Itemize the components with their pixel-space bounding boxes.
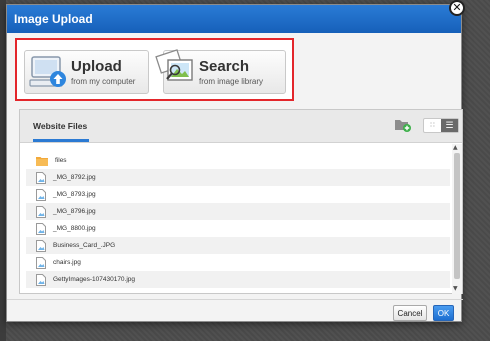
list-item[interactable]: _MG_8792.jpg	[26, 169, 450, 186]
tab-website-files[interactable]: Website Files	[33, 121, 87, 131]
grid-view-icon[interactable]: ∷	[424, 119, 441, 132]
search-image-library-button[interactable]: Search from image library	[155, 49, 286, 94]
file-name: _MG_8800.jpg	[53, 225, 96, 232]
search-subtitle: from image library	[199, 77, 264, 86]
cancel-button[interactable]: Cancel	[393, 305, 427, 321]
file-name: _MG_8796.jpg	[53, 208, 96, 215]
dialog-title: Image Upload	[14, 12, 93, 26]
file-name: _MG_8793.jpg	[53, 191, 96, 198]
image-file-icon	[36, 205, 46, 218]
dialog-titlebar: Image Upload	[7, 5, 461, 33]
image-file-icon	[36, 188, 46, 201]
file-list-scrollbar[interactable]: ▲ ▼	[452, 144, 462, 294]
list-view-icon[interactable]: ☰	[441, 119, 458, 132]
upload-subtitle: from my computer	[71, 77, 136, 86]
image-file-icon	[36, 256, 46, 269]
list-item[interactable]: chairs.jpg	[26, 254, 450, 271]
list-item[interactable]: GettyImages-107430170.jpg	[26, 271, 450, 288]
list-item[interactable]: Business_Card_.JPG	[26, 237, 450, 254]
file-name: _MG_8792.jpg	[53, 174, 96, 181]
image-file-icon	[36, 273, 46, 286]
list-item-folder[interactable]: files	[26, 152, 450, 169]
list-item[interactable]: _MG_8793.jpg	[26, 186, 450, 203]
upload-options-area: Upload from my computer Search from imag…	[15, 38, 294, 101]
file-list: files _MG_8792.jpg _MG_8793.jpg _MG_8796…	[26, 152, 450, 292]
upload-from-computer-button[interactable]: Upload from my computer	[24, 50, 149, 94]
list-item[interactable]: _MG_8800.jpg	[26, 220, 450, 237]
image-file-icon	[36, 171, 46, 184]
files-panel-header: Website Files ∷ ☰	[20, 110, 462, 143]
file-name: files	[55, 157, 67, 164]
file-name: chairs.jpg	[53, 259, 81, 266]
ok-button[interactable]: OK	[433, 305, 454, 321]
scroll-down-arrow-icon[interactable]: ▼	[453, 285, 458, 292]
close-icon[interactable]: ✕	[449, 0, 465, 16]
file-name: Business_Card_.JPG	[53, 242, 116, 249]
image-file-icon	[36, 239, 46, 252]
image-upload-dialog: Image Upload Upload from my computer Sea…	[6, 4, 463, 323]
folder-icon	[36, 156, 48, 166]
new-folder-icon[interactable]	[394, 117, 412, 133]
website-files-panel: Website Files ∷ ☰ files _MG_8792.jpg _MG…	[19, 109, 463, 294]
search-title: Search	[199, 58, 250, 75]
image-library-icon	[155, 49, 193, 81]
image-file-icon	[36, 222, 46, 235]
dialog-footer: Cancel OK	[7, 299, 463, 323]
file-name: GettyImages-107430170.jpg	[53, 276, 136, 283]
scroll-thumb[interactable]	[454, 153, 460, 279]
upload-title: Upload	[71, 58, 122, 75]
computer-upload-icon	[29, 56, 66, 87]
list-item[interactable]: _MG_8796.jpg	[26, 203, 450, 220]
scroll-up-arrow-icon[interactable]: ▲	[453, 144, 458, 151]
active-tab-indicator	[33, 139, 89, 142]
view-toggle: ∷ ☰	[423, 118, 459, 133]
